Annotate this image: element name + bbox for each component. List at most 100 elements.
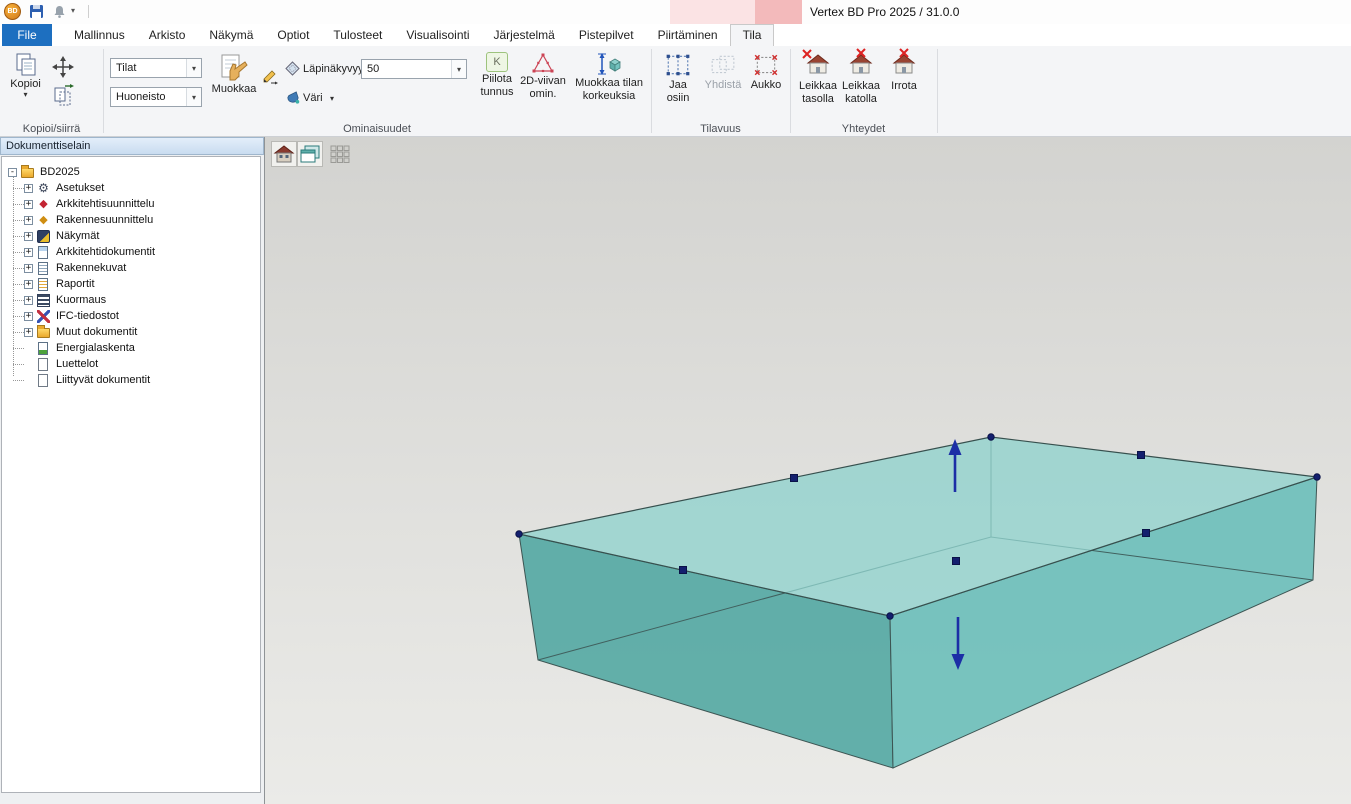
edge-handle[interactable] [1138,452,1145,459]
tree-item[interactable]: + Asetukset [2,180,260,196]
leikkaa-katolla-label-line1: Leikkaa [842,80,880,92]
corner-handle[interactable] [1314,474,1320,480]
tab-mallinnus[interactable]: Mallinnus [62,24,137,46]
tab-tulosteet[interactable]: Tulosteet [321,24,394,46]
tile-windows-button[interactable] [327,141,353,167]
chevron-down-icon[interactable]: ▾ [23,91,27,98]
expand-toggle[interactable]: + [24,328,33,337]
copy-move-icon[interactable] [52,84,74,106]
tree-item[interactable]: + Näkymät [2,228,260,244]
window-title: Vertex BD Pro 2025 / 31.0.0 [810,5,959,19]
tab-file[interactable]: File [2,24,52,46]
chevron-down-icon[interactable]: ▾ [451,60,466,78]
bell-icon[interactable] [52,4,67,19]
tab-visualisointi[interactable]: Visualisointi [394,24,481,46]
muokkaa-korkeuksia-button[interactable]: Muokkaa tilan korkeuksia [569,52,649,102]
collapse-toggle[interactable]: - [8,168,17,177]
tree-item-label: Arkkitehtidokumentit [54,246,157,258]
home-view-icon [273,144,295,164]
aukko-button[interactable]: Aukko [745,52,787,91]
tree-item[interactable]: + Arkkitehtidokumentit [2,244,260,260]
copy-button[interactable]: Kopioi ▾ [3,51,48,98]
chevron-down-icon[interactable]: ▾ [186,88,201,106]
tab-arkisto[interactable]: Arkisto [137,24,198,46]
tree-item[interactable]: + Rakennesuunnittelu [2,212,260,228]
cascade-windows-button[interactable] [297,141,323,167]
tree-item[interactable]: + Kuormaus [2,292,260,308]
tree-item-label: Muut dokumentit [54,326,139,338]
copy-icon [13,51,39,77]
piilota-tunnus-button[interactable]: K Piilota tunnus [477,52,517,98]
expand-toggle[interactable]: + [24,280,33,289]
tree-item-root[interactable]: - BD2025 [2,164,260,180]
tree-item-icon [38,358,48,371]
tab-pistepilvet[interactable]: Pistepilvet [567,24,646,46]
korkeudet-label-line1: Muokkaa tilan [575,77,643,89]
tree-item[interactable]: + Rakennekuvat [2,260,260,276]
muokkaa-button[interactable]: Muokkaa [208,52,260,95]
home-view-button[interactable] [271,141,297,167]
expand-toggle[interactable]: + [24,296,33,305]
leikkaa-tasolla-button[interactable]: Leikkaa tasolla [797,52,839,105]
irrota-button[interactable]: Irrota [883,52,925,92]
color-button-label[interactable]: Väri [303,92,323,104]
chevron-down-icon[interactable]: ▾ [186,59,201,77]
edge-handle[interactable] [680,567,687,574]
corner-handle[interactable] [516,531,522,537]
tree-item-label: Näkymät [54,230,101,242]
tree-item[interactable]: + IFC-tiedostot [2,308,260,324]
tree-item[interactable]: + Raportit [2,276,260,292]
expand-toggle[interactable]: + [24,216,33,225]
tree-item-label: IFC-tiedostot [54,310,121,322]
panel-title: Dokumenttiselain [0,137,264,155]
contextual-tab-highlight-tila [755,0,802,24]
edge-handle[interactable] [791,475,798,482]
transparency-dropdown[interactable]: 50 ▾ [361,59,467,79]
move-icon[interactable] [52,56,74,78]
tree-item[interactable]: Liittyvät dokumentit [2,372,260,388]
expand-toggle[interactable]: + [24,200,33,209]
document-tree[interactable]: - BD2025 + Asetukset + Arkkitehtisuun [1,156,261,793]
tree-item[interactable]: Luettelot [2,356,260,372]
expand-toggle[interactable]: + [24,312,33,321]
viiva-2d-button[interactable]: 2D-viivan omin. [518,52,568,100]
corner-handle[interactable] [887,613,893,619]
edge-handle[interactable] [1143,530,1150,537]
model-viewport[interactable] [265,137,1351,804]
expand-toggle[interactable]: + [24,248,33,257]
pencil-icon[interactable] [261,68,278,85]
red-x-icon [899,48,909,58]
expand-toggle[interactable]: + [24,184,33,193]
app-logo-icon[interactable]: BD [4,3,21,20]
opening-icon [753,52,779,78]
tab-nakyma[interactable]: Näkymä [197,24,265,46]
expand-toggle[interactable]: + [24,232,33,241]
huoneisto-dropdown[interactable]: Huoneisto ▾ [110,87,202,107]
center-handle[interactable] [953,558,960,565]
cascade-windows-icon [299,144,321,164]
tab-tila[interactable]: Tila [730,24,775,46]
expand-toggle[interactable]: + [24,264,33,273]
tree-item-label: Kuormaus [54,294,108,306]
transparency-icon [285,61,300,76]
tree-item-icon [37,182,50,195]
tab-jarjestelma[interactable]: Järjestelmä [482,24,567,46]
chevron-down-icon[interactable]: ▾ [71,6,75,15]
save-icon[interactable] [29,4,44,19]
tab-piirtaminen[interactable]: Piirtäminen [646,24,730,46]
piilota-tunnus-label-line1: Piilota [482,73,512,85]
tree-item[interactable]: Energialaskenta [2,340,260,356]
leikkaa-katolla-button[interactable]: Leikkaa katolla [840,52,882,105]
tree-item[interactable]: + Muut dokumentit [2,324,260,340]
tab-optiot[interactable]: Optiot [265,24,321,46]
tree-item-icon [38,374,48,387]
huoneisto-dropdown-value: Huoneisto [111,91,186,103]
chevron-down-icon[interactable]: ▾ [330,94,334,103]
model-canvas[interactable] [264,137,1351,804]
merge-space-icon [710,52,736,78]
tilat-dropdown[interactable]: Tilat ▾ [110,58,202,78]
tree-item[interactable]: + Arkkitehtisuunnittelu [2,196,260,212]
corner-handle[interactable] [988,434,994,440]
tilat-dropdown-value: Tilat [111,62,186,74]
jaa-osiin-button[interactable]: Jaa osiin [656,52,700,104]
